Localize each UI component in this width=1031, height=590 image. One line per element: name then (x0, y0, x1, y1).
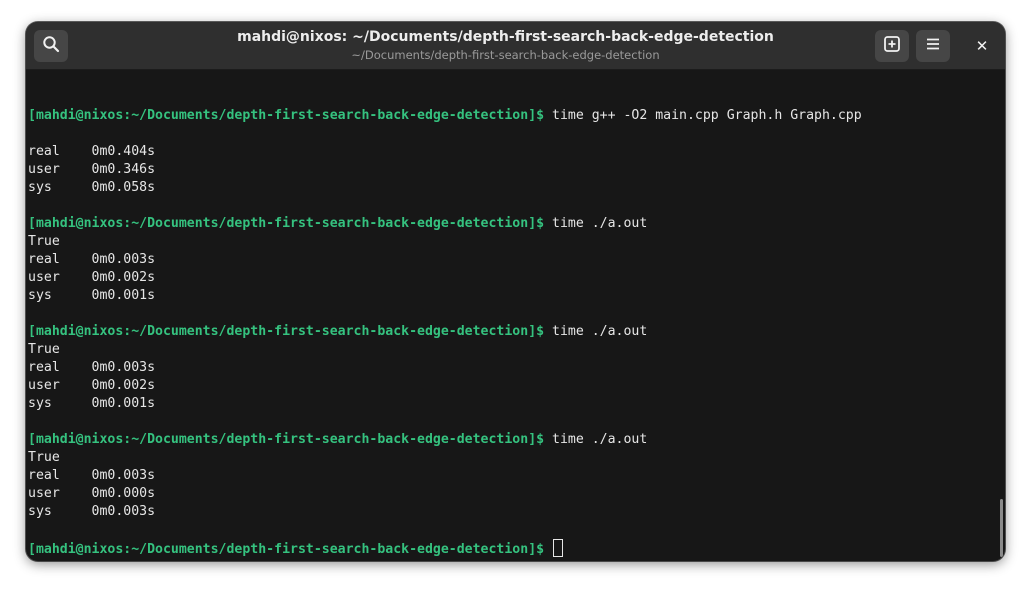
command-line: [mahdi@nixos:~/Documents/depth-first-sea… (28, 431, 995, 449)
output-line: user 0m0.002s (28, 378, 156, 393)
output-line: True (28, 342, 60, 357)
hamburger-menu-icon (924, 35, 942, 58)
terminal-scrollbar[interactable] (1000, 499, 1003, 557)
command-text: time ./a.out (544, 216, 648, 231)
shell-prompt: [mahdi@nixos:~/Documents/depth-first-sea… (28, 432, 545, 447)
terminal-window: mahdi@nixos: ~/Documents/depth-first-sea… (26, 22, 1005, 561)
header-bar: mahdi@nixos: ~/Documents/depth-first-sea… (26, 22, 1005, 70)
output-line: user 0m0.000s (28, 486, 156, 501)
command-line: [mahdi@nixos:~/Documents/depth-first-sea… (28, 107, 995, 125)
command-text: time ./a.out (544, 432, 648, 447)
command-text: time g++ -O2 main.cpp Graph.h Graph.cpp (544, 108, 862, 123)
shell-prompt: [mahdi@nixos:~/Documents/depth-first-sea… (28, 108, 545, 123)
terminal-output[interactable]: [mahdi@nixos:~/Documents/depth-first-sea… (28, 89, 995, 561)
main-menu-button[interactable] (916, 30, 950, 62)
shell-prompt: [mahdi@nixos:~/Documents/depth-first-sea… (28, 542, 545, 557)
prompt-line: [mahdi@nixos:~/Documents/depth-first-sea… (28, 539, 995, 557)
close-button[interactable]: ✕ (965, 30, 999, 62)
new-tab-button[interactable] (875, 30, 909, 62)
output-line: sys 0m0.001s (28, 288, 156, 303)
new-tab-icon (883, 35, 901, 58)
window-title: mahdi@nixos: ~/Documents/depth-first-sea… (237, 29, 774, 45)
output-line: sys 0m0.001s (28, 396, 156, 411)
output-line: real 0m0.003s (28, 252, 156, 267)
output-line: True (28, 450, 60, 465)
text-cursor (553, 539, 564, 557)
shell-prompt: [mahdi@nixos:~/Documents/depth-first-sea… (28, 216, 545, 231)
shell-prompt: [mahdi@nixos:~/Documents/depth-first-sea… (28, 324, 545, 339)
output-line: user 0m0.002s (28, 270, 156, 285)
search-icon (42, 35, 60, 58)
output-line: user 0m0.346s (28, 162, 156, 177)
command-text: time ./a.out (544, 324, 648, 339)
output-line: real 0m0.404s (28, 144, 156, 159)
output-line: real 0m0.003s (28, 468, 156, 483)
output-line: True (28, 234, 60, 249)
window-subtitle: ~/Documents/depth-first-search-back-edge… (351, 48, 660, 62)
output-line: sys 0m0.003s (28, 504, 156, 519)
output-line: sys 0m0.058s (28, 180, 156, 195)
command-line: [mahdi@nixos:~/Documents/depth-first-sea… (28, 323, 995, 341)
command-line: [mahdi@nixos:~/Documents/depth-first-sea… (28, 215, 995, 233)
search-button[interactable] (34, 30, 68, 62)
close-icon: ✕ (975, 37, 989, 55)
cursor-space (544, 542, 552, 557)
window-title-area: mahdi@nixos: ~/Documents/depth-first-sea… (146, 28, 865, 63)
output-line: real 0m0.003s (28, 360, 156, 375)
